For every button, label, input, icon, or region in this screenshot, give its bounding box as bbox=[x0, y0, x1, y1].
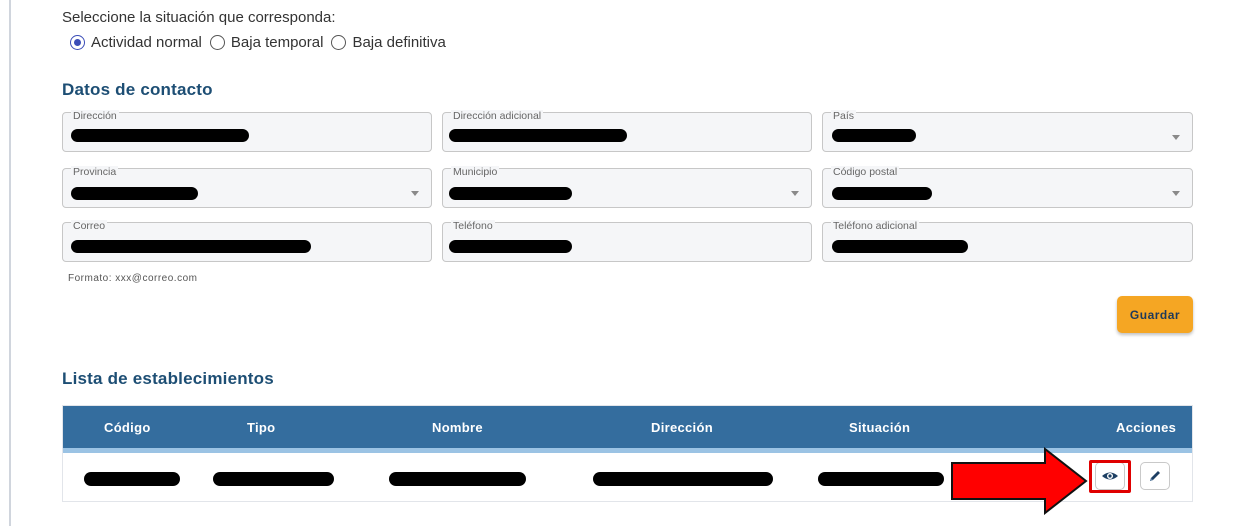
field-label: Provincia bbox=[71, 166, 119, 178]
telefono-field[interactable]: Teléfono bbox=[442, 220, 812, 262]
field-label: Teléfono adicional bbox=[831, 220, 920, 232]
radio-label: Baja temporal bbox=[230, 33, 324, 51]
situation-radio-group: Actividad normal Baja temporal Baja defi… bbox=[70, 32, 454, 52]
provincia-select[interactable]: Provincia bbox=[62, 166, 432, 208]
contact-section-title: Datos de contacto bbox=[62, 80, 213, 99]
redacted-cell-direccion bbox=[593, 472, 773, 486]
page-left-border bbox=[9, 0, 11, 526]
radio-button[interactable] bbox=[331, 34, 347, 50]
direccion-field[interactable]: Dirección bbox=[62, 110, 432, 152]
radio-button-checked[interactable] bbox=[70, 34, 85, 50]
redacted-value bbox=[449, 240, 572, 253]
correo-field[interactable]: Correo bbox=[62, 220, 432, 262]
redacted-value bbox=[71, 240, 311, 253]
codigo-postal-select[interactable]: Código postal bbox=[822, 166, 1193, 208]
municipio-select[interactable]: Municipio bbox=[442, 166, 812, 208]
view-button-highlight bbox=[1089, 460, 1131, 493]
field-label: Dirección bbox=[71, 110, 119, 122]
redacted-value bbox=[449, 187, 572, 200]
redacted-value bbox=[832, 129, 916, 142]
column-header-codigo[interactable]: Código bbox=[104, 420, 151, 435]
pencil-icon bbox=[1150, 471, 1160, 481]
field-label: País bbox=[831, 110, 857, 122]
field-label: Código postal bbox=[831, 166, 900, 178]
chevron-down-icon bbox=[791, 191, 799, 196]
email-format-hint: Formato: xxx@correo.com bbox=[68, 273, 198, 284]
radio-label: Baja definitiva bbox=[352, 33, 446, 51]
field-label: Dirección adicional bbox=[451, 110, 544, 122]
column-header-direccion[interactable]: Dirección bbox=[651, 420, 713, 435]
redacted-value bbox=[71, 129, 249, 142]
table-header: Código Tipo Nombre Dirección Situación A… bbox=[63, 406, 1192, 453]
column-header-situacion[interactable]: Situación bbox=[849, 420, 910, 435]
radio-baja-temporal[interactable]: Baja temporal bbox=[209, 33, 324, 51]
red-arrow-annotation bbox=[951, 447, 1088, 515]
redacted-cell-tipo bbox=[213, 472, 334, 486]
field-label: Municipio bbox=[451, 166, 500, 178]
redacted-cell-codigo bbox=[84, 472, 180, 486]
field-label: Teléfono bbox=[451, 220, 495, 232]
redacted-cell-nombre bbox=[389, 472, 526, 486]
column-header-acciones: Acciones bbox=[1116, 420, 1177, 435]
column-header-nombre[interactable]: Nombre bbox=[432, 420, 483, 435]
radio-button[interactable] bbox=[209, 34, 225, 50]
radio-baja-definitiva[interactable]: Baja definitiva bbox=[331, 33, 446, 51]
chevron-down-icon bbox=[1172, 191, 1180, 196]
column-header-tipo[interactable]: Tipo bbox=[247, 420, 275, 435]
edit-button[interactable] bbox=[1140, 462, 1170, 490]
redacted-value bbox=[832, 187, 932, 200]
situation-prompt: Seleccione la situación que corresponda: bbox=[62, 9, 336, 26]
chevron-down-icon bbox=[411, 191, 419, 196]
telefono-adicional-field[interactable]: Teléfono adicional bbox=[822, 220, 1193, 262]
pais-select[interactable]: País bbox=[822, 110, 1193, 152]
save-button[interactable]: Guardar bbox=[1117, 296, 1193, 333]
redacted-value bbox=[71, 187, 198, 200]
chevron-down-icon bbox=[1172, 135, 1180, 140]
redacted-value bbox=[449, 129, 627, 142]
direccion-adicional-field[interactable]: Dirección adicional bbox=[442, 110, 812, 152]
radio-actividad-normal[interactable]: Actividad normal bbox=[70, 34, 202, 51]
field-label: Correo bbox=[71, 220, 108, 232]
establishments-section-title: Lista de establecimientos bbox=[62, 369, 274, 388]
radio-label: Actividad normal bbox=[91, 33, 202, 51]
redacted-value bbox=[832, 240, 968, 253]
redacted-cell-situacion bbox=[818, 472, 944, 486]
